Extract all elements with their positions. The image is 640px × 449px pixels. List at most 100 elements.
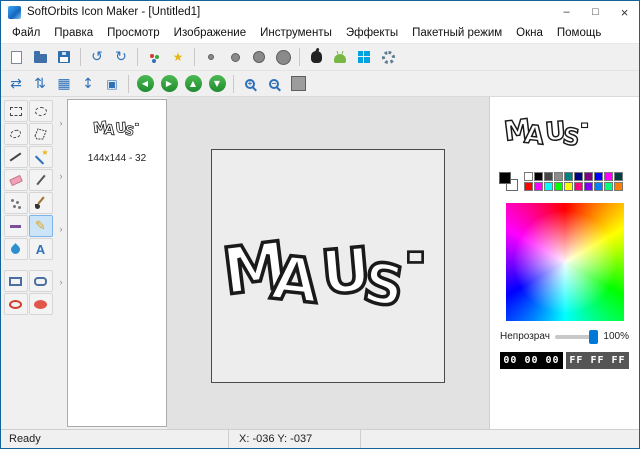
color-swatch[interactable]: [584, 182, 593, 191]
effects-button[interactable]: ★: [166, 46, 190, 68]
move-up-button[interactable]: ▲: [181, 73, 205, 95]
title-bar: SoftOrbits Icon Maker - [Untitled1] – □ …: [1, 1, 639, 23]
color-swatch[interactable]: [574, 172, 583, 181]
text-tool-icon: A: [36, 242, 45, 257]
icon-list-item[interactable]: 144x144 - 32: [68, 100, 166, 164]
actual-size-button[interactable]: [286, 73, 310, 95]
eraser-tool[interactable]: [4, 169, 28, 191]
color-swatch[interactable]: [564, 182, 573, 191]
settings-button[interactable]: [376, 46, 400, 68]
foreground-hex-value: FF FF FF: [566, 352, 629, 369]
arrow-right-icon: ▶: [166, 80, 172, 88]
palette-button[interactable]: [142, 46, 166, 68]
splitter-mark: ›: [60, 119, 63, 128]
palette-row: [524, 172, 623, 181]
color-swatch[interactable]: [614, 182, 623, 191]
spray-tool[interactable]: [4, 192, 28, 214]
polygon-select-tool[interactable]: [29, 123, 53, 145]
move-down-button[interactable]: ▼: [205, 73, 229, 95]
canvas-size-button[interactable]: ▣: [100, 73, 124, 95]
stretch-button[interactable]: ↕: [76, 73, 100, 95]
rect-select-tool[interactable]: [4, 100, 28, 122]
color-swatch[interactable]: [594, 182, 603, 191]
color-swatch[interactable]: [544, 182, 553, 191]
color-swatch[interactable]: [534, 172, 543, 181]
color-gradient-picker[interactable]: [506, 203, 624, 321]
resize-vertical-button[interactable]: ⇅: [28, 73, 52, 95]
new-button[interactable]: [4, 46, 28, 68]
stamp-tool[interactable]: [4, 215, 28, 237]
ellipse-select-tool[interactable]: [29, 100, 53, 122]
apple-platform-button[interactable]: [304, 46, 328, 68]
color-swatch[interactable]: [604, 172, 613, 181]
ellipse-shape-tool[interactable]: [4, 293, 28, 315]
magic-wand-tool[interactable]: ★: [29, 146, 53, 168]
size-48-button[interactable]: [247, 46, 271, 68]
color-swatch[interactable]: [604, 182, 613, 191]
grid-icon: ▦: [57, 77, 70, 91]
apple-icon: [311, 51, 322, 63]
maximize-button[interactable]: □: [581, 1, 610, 23]
current-colors-widget[interactable]: [499, 172, 518, 191]
fill-tool[interactable]: [4, 238, 28, 260]
text-tool[interactable]: A: [29, 238, 53, 260]
menu-file[interactable]: Файл: [5, 23, 47, 43]
color-picker-tool[interactable]: [29, 169, 53, 191]
android-platform-button[interactable]: [328, 46, 352, 68]
line-tool[interactable]: [4, 146, 28, 168]
menu-batch-mode[interactable]: Пакетный режим: [405, 23, 509, 43]
size-32-button[interactable]: [223, 46, 247, 68]
close-button[interactable]: ×: [610, 1, 639, 23]
save-button[interactable]: [52, 46, 76, 68]
color-swatch[interactable]: [594, 172, 603, 181]
color-swatch[interactable]: [614, 172, 623, 181]
menu-effects[interactable]: Эффекты: [339, 23, 405, 43]
panel-splitter[interactable]: › › › ›: [55, 97, 67, 429]
color-swatch[interactable]: [564, 172, 573, 181]
color-swatch[interactable]: [524, 172, 533, 181]
menu-view[interactable]: Просмотр: [100, 23, 167, 43]
color-swatch[interactable]: [554, 182, 563, 191]
filled-ellipse-shape-tool[interactable]: [29, 293, 53, 315]
zoom-in-button[interactable]: +: [238, 73, 262, 95]
color-swatch[interactable]: [534, 182, 543, 191]
size-64-button[interactable]: [271, 46, 295, 68]
rectangle-shape-tool[interactable]: [4, 270, 28, 292]
minimize-button[interactable]: –: [552, 1, 581, 23]
icon-list-panel: 144x144 - 32: [67, 99, 167, 427]
color-swatch[interactable]: [554, 172, 563, 181]
opacity-label: Непрозрач: [500, 331, 550, 342]
size-16-button[interactable]: [199, 46, 223, 68]
size-medium-icon: [231, 53, 240, 62]
color-swatch[interactable]: [574, 182, 583, 191]
menu-image[interactable]: Изображение: [167, 23, 253, 43]
pencil-tool[interactable]: ✎: [29, 215, 53, 237]
menu-windows[interactable]: Окна: [509, 23, 550, 43]
opacity-slider[interactable]: [555, 335, 599, 339]
color-swatch[interactable]: [544, 172, 553, 181]
secondary-toolbar: ⇄ ⇅ ▦ ↕ ▣ ◀ ▶ ▲ ▼ + −: [1, 71, 639, 97]
menu-tools[interactable]: Инструменты: [253, 23, 339, 43]
opacity-slider-thumb[interactable]: [589, 330, 598, 344]
zoom-out-button[interactable]: −: [262, 73, 286, 95]
windows-platform-button[interactable]: [352, 46, 376, 68]
brush-tool[interactable]: [29, 192, 53, 214]
splitter-mark: ›: [60, 225, 63, 234]
opacity-control: Непрозрач 100%: [490, 331, 639, 342]
redo-button[interactable]: ↻: [109, 46, 133, 68]
undo-button[interactable]: ↺: [85, 46, 109, 68]
drawing-canvas[interactable]: [211, 149, 445, 383]
resize-horizontal-button[interactable]: ⇄: [4, 73, 28, 95]
opacity-value: 100%: [603, 331, 629, 342]
menu-edit[interactable]: Правка: [47, 23, 100, 43]
color-swatch[interactable]: [584, 172, 593, 181]
gear-icon: [382, 51, 395, 64]
grid-button[interactable]: ▦: [52, 73, 76, 95]
next-image-button[interactable]: ▶: [157, 73, 181, 95]
open-button[interactable]: [28, 46, 52, 68]
prev-image-button[interactable]: ◀: [133, 73, 157, 95]
color-swatch[interactable]: [524, 182, 533, 191]
menu-help[interactable]: Помощь: [550, 23, 608, 43]
rounded-rect-shape-tool[interactable]: [29, 270, 53, 292]
lasso-select-tool[interactable]: [4, 123, 28, 145]
